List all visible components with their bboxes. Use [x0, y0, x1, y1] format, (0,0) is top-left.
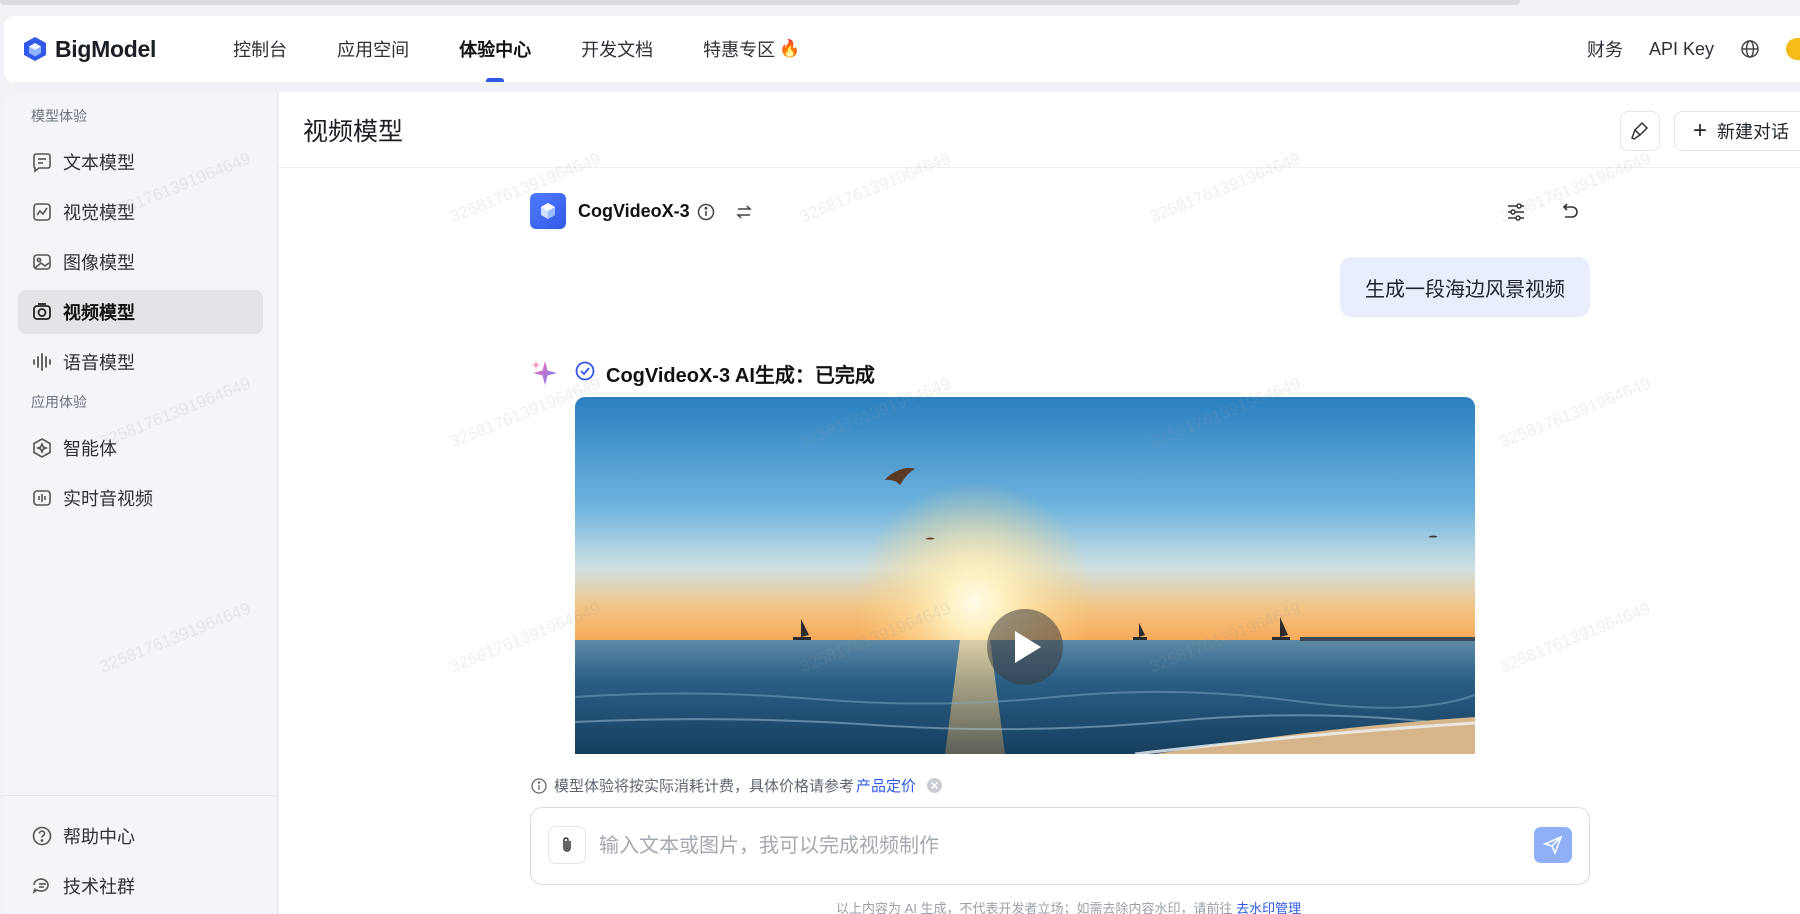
sidebar-item-agent[interactable]: 智能体: [18, 426, 263, 470]
sidebar-item-video-model[interactable]: 视频模型: [18, 290, 263, 334]
disclaimer-text: 以上内容为 AI 生成，不代表开发者立场；如需去除内容水印，请前往: [836, 901, 1233, 914]
swap-model-icon[interactable]: [734, 202, 754, 222]
sidebar-item-label: 帮助中心: [63, 827, 135, 847]
chat-input[interactable]: [599, 828, 1499, 864]
bigmodel-logo-icon: [24, 37, 46, 61]
sidebar-item-community[interactable]: 技术社群: [18, 864, 263, 908]
ai-status-text: CogVideoX-3 AI生成：已完成: [606, 365, 875, 387]
nav-app-space-label: 应用空间: [337, 40, 410, 60]
main-header: 视频模型 + 新建对话: [279, 92, 1800, 168]
sidebar-item-label: 视频模型: [63, 303, 135, 323]
nav-console-label: 控制台: [233, 40, 288, 60]
fire-icon: 🔥: [779, 39, 801, 58]
sidebar-item-label: 技术社群: [63, 877, 135, 897]
globe-icon[interactable]: [1740, 39, 1760, 59]
close-notice-icon[interactable]: [926, 777, 943, 794]
community-icon: [32, 878, 49, 894]
send-button[interactable]: [1534, 827, 1572, 863]
info-icon: [531, 777, 547, 794]
text-model-icon: [33, 153, 51, 173]
info-icon[interactable]: [696, 202, 716, 222]
sidebar-item-audio-model[interactable]: 语音模型: [18, 340, 263, 384]
audio-model-icon: [33, 353, 51, 371]
check-circle-icon: [575, 361, 595, 381]
sidebar-item-image-model[interactable]: 图像模型: [18, 240, 263, 284]
sidebar-item-label: 语音模型: [63, 353, 135, 373]
ai-disclaimer: 以上内容为 AI 生成，不代表开发者立场；如需去除内容水印，请前往 去水印管理: [836, 898, 1301, 914]
header-actions: 财务 API Key: [1587, 16, 1800, 82]
image-model-icon: [33, 254, 51, 270]
new-chat-button[interactable]: + 新建对话: [1674, 111, 1800, 151]
sidebar-item-text-model[interactable]: 文本模型: [18, 140, 263, 184]
sidebar-item-label: 智能体: [63, 439, 117, 459]
nav-experience-center-label: 体验中心: [459, 40, 532, 60]
sidebar-bottom: 帮助中心 技术社群: [4, 795, 277, 914]
pricing-link[interactable]: 产品定价: [856, 775, 916, 796]
send-icon: [1542, 835, 1563, 856]
nav-app-space[interactable]: 应用空间: [312, 16, 434, 82]
main-panel: 视频模型 + 新建对话 CogVideoX-3 生成一段海边风景视频 CogVi…: [279, 92, 1800, 914]
watermark-management-link[interactable]: 去水印管理: [1236, 901, 1301, 914]
settings-sliders-icon[interactable]: [1505, 201, 1527, 223]
main-nav: 控制台 应用空间 体验中心 开发文档 特惠专区 🔥: [208, 16, 825, 82]
help-icon: [32, 826, 52, 846]
nav-special-offers-label: 特惠专区: [703, 40, 776, 60]
model-bar: CogVideoX-3: [530, 193, 1590, 231]
sidebar-item-label: 文本模型: [63, 153, 135, 173]
chat-input-box: [530, 807, 1590, 885]
sparkle-icon: [532, 361, 557, 385]
broom-icon: [1631, 121, 1649, 140]
api-key-link[interactable]: API Key: [1649, 39, 1714, 60]
plus-icon: +: [1693, 117, 1708, 144]
nav-console[interactable]: 控制台: [208, 16, 312, 82]
video-model-icon: [33, 303, 51, 320]
top-navigation: BigModel 控制台 应用空间 体验中心 开发文档 特惠专区 🔥 财务 API…: [4, 16, 1800, 82]
notice-text: 模型体验将按实际消耗计费，具体价格请参考: [554, 778, 855, 795]
nav-dev-docs[interactable]: 开发文档: [556, 16, 678, 82]
paperclip-icon: [563, 837, 571, 852]
user-message-bubble: 生成一段海边风景视频: [1340, 257, 1590, 317]
browser-strip: [0, 0, 1800, 14]
new-chat-label: 新建对话: [1717, 122, 1790, 142]
nav-special-offers[interactable]: 特惠专区 🔥: [678, 16, 825, 82]
finance-link[interactable]: 财务: [1587, 36, 1623, 62]
sidebar-item-vision-model[interactable]: 视觉模型: [18, 190, 263, 234]
realtime-icon: [33, 490, 51, 506]
agent-icon: [33, 438, 51, 458]
page-title: 视频模型: [303, 117, 404, 146]
clear-context-button[interactable]: [1620, 111, 1660, 151]
logo-text: BigModel: [55, 35, 157, 62]
nav-dev-docs-label: 开发文档: [581, 40, 654, 60]
sidebar: 模型体验 文本模型 视觉模型 图像模型 视频模型 语音模型 应用体验 智能体 实…: [4, 92, 278, 914]
undo-icon[interactable]: [1558, 201, 1580, 223]
section-title-apps: 应用体验: [31, 394, 87, 410]
sidebar-item-label: 图像模型: [63, 253, 135, 273]
model-cube-icon: [530, 193, 566, 229]
avatar[interactable]: [1786, 38, 1800, 60]
browser-tab-bar: [0, 0, 1520, 5]
billing-notice: 模型体验将按实际消耗计费，具体价格请参考 产品定价: [530, 775, 949, 796]
sidebar-item-label: 视觉模型: [63, 203, 135, 223]
sidebar-item-realtime[interactable]: 实时音视频: [18, 476, 263, 520]
vision-model-icon: [33, 203, 51, 221]
sidebar-item-help[interactable]: 帮助中心: [18, 814, 263, 858]
attach-button[interactable]: [548, 826, 586, 864]
sidebar-item-label: 实时音视频: [63, 489, 153, 509]
logo[interactable]: BigModel: [22, 36, 156, 63]
section-title-models: 模型体验: [31, 108, 87, 124]
nav-experience-center[interactable]: 体验中心: [434, 16, 556, 82]
generated-video[interactable]: [575, 397, 1475, 754]
model-name[interactable]: CogVideoX-3: [578, 201, 690, 222]
